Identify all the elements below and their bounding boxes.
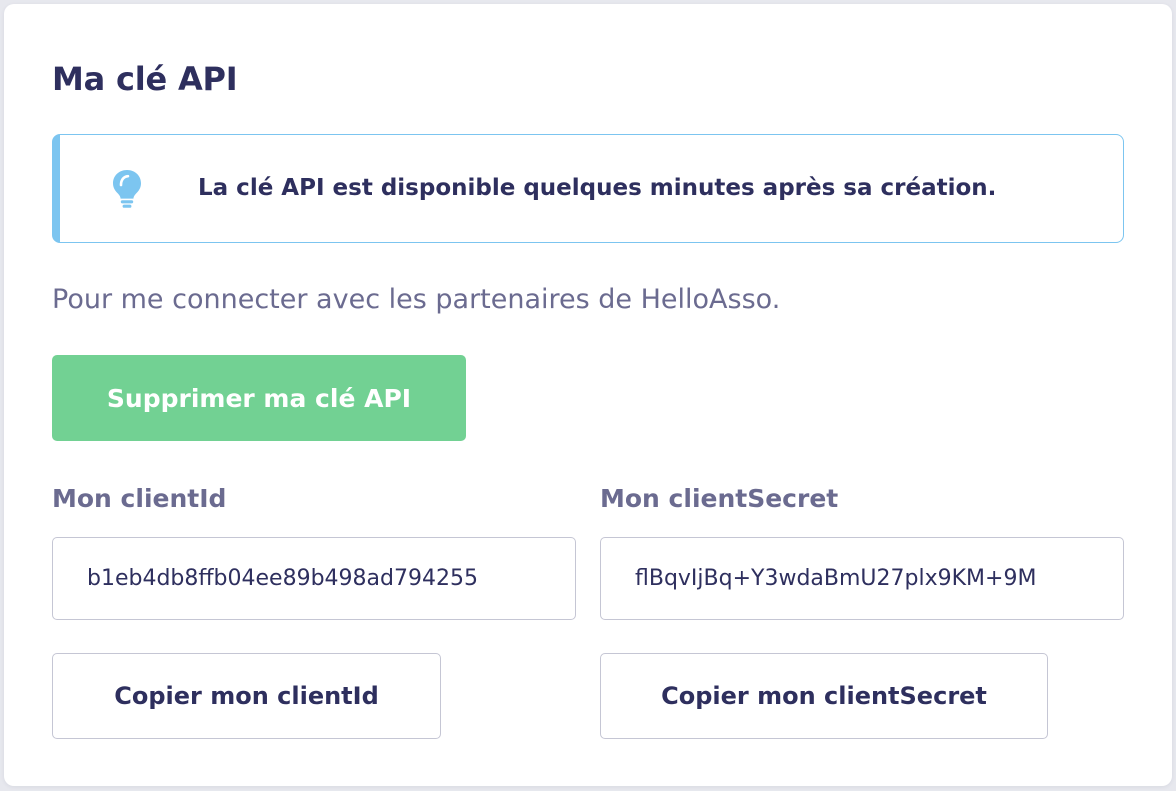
copy-client-id-button[interactable]: Copier mon clientId bbox=[52, 653, 441, 739]
copy-client-secret-button[interactable]: Copier mon clientSecret bbox=[600, 653, 1048, 739]
api-key-card: Ma clé API La clé API est disponible que… bbox=[4, 4, 1172, 786]
client-secret-label: Mon clientSecret bbox=[600, 484, 839, 513]
section-title: Ma clé API bbox=[52, 60, 238, 98]
client-id-field[interactable] bbox=[52, 537, 576, 620]
info-message: La clé API est disponible quelques minut… bbox=[198, 175, 997, 201]
section-description: Pour me connecter avec les partenaires d… bbox=[52, 284, 781, 315]
client-secret-field[interactable] bbox=[600, 537, 1124, 620]
lightbulb-icon bbox=[113, 170, 141, 208]
client-id-label: Mon clientId bbox=[52, 484, 227, 513]
info-banner: La clé API est disponible quelques minut… bbox=[52, 134, 1124, 243]
delete-api-key-button[interactable]: Supprimer ma clé API bbox=[52, 355, 466, 441]
